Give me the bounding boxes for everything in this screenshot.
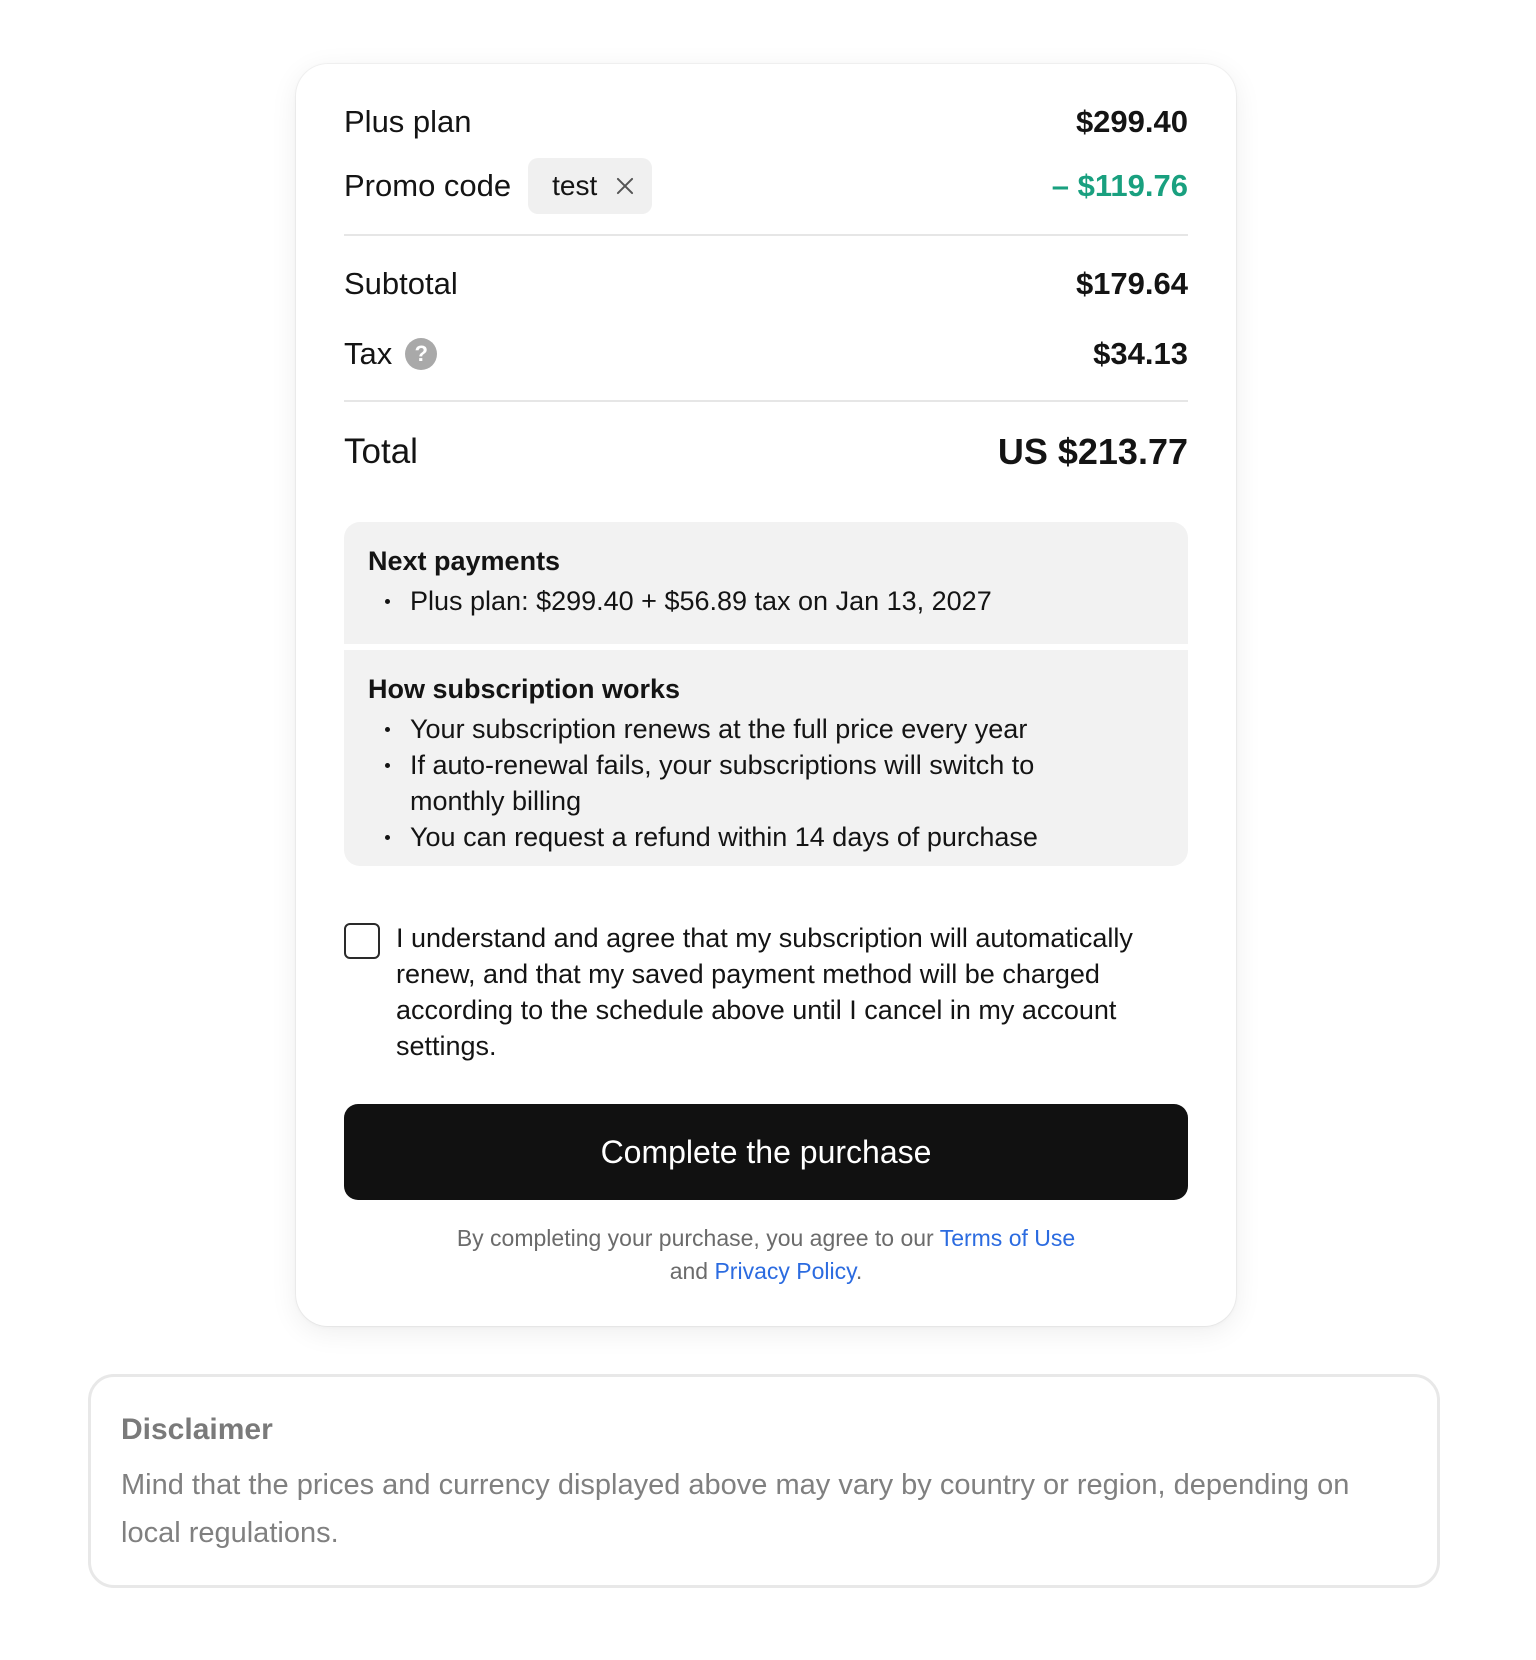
terms-of-use-link[interactable]: Terms of Use [940, 1225, 1075, 1251]
divider [344, 234, 1188, 236]
subtotal-row: Subtotal $179.64 [344, 256, 1188, 312]
checkout-card: Plus plan $299.40 Promo code test – $119… [296, 64, 1236, 1326]
list-item: Plus plan: $299.40 + $56.89 tax on Jan 1… [368, 583, 1164, 619]
tax-label-group: Tax ? [344, 336, 438, 372]
tax-value: $34.13 [1093, 336, 1188, 371]
next-payments-title: Next payments [368, 546, 561, 576]
subtotal-label: Subtotal [344, 266, 458, 301]
disclaimer-title: Disclaimer [121, 1413, 273, 1446]
plan-price: $299.40 [1075, 104, 1188, 139]
how-subscription-works-box: How subscription works Your subscription… [344, 650, 1188, 866]
next-payments-box: Next payments Plus plan: $299.40 + $56.8… [344, 522, 1188, 644]
promo-label-group: Promo code test [344, 158, 653, 214]
tax-help-icon[interactable]: ? [405, 338, 438, 370]
how-subscription-works-title: How subscription works [368, 674, 681, 704]
legal-suffix: . [855, 1258, 863, 1284]
plan-row: Plus plan $299.40 [344, 94, 1188, 150]
remove-promo-close-icon[interactable] [615, 176, 635, 196]
divider [344, 400, 1188, 402]
list-item: Your subscription renews at the full pri… [368, 711, 1164, 747]
subtotal-value: $179.64 [1075, 266, 1188, 301]
total-row: Total US $213.77 [344, 420, 1188, 484]
promo-discount: – $119.76 [1051, 168, 1188, 203]
legal-middle: and [669, 1258, 715, 1284]
privacy-policy-link[interactable]: Privacy Policy [714, 1258, 855, 1284]
promo-code-chip: test [528, 158, 653, 214]
total-value: US $213.77 [997, 431, 1188, 472]
next-payments-list: Plus plan: $299.40 + $56.89 tax on Jan 1… [368, 583, 1164, 619]
promo-row: Promo code test – $119.76 [344, 158, 1188, 214]
plan-label: Plus plan [344, 104, 472, 139]
agree-checkbox[interactable] [344, 923, 380, 959]
legal-notice: By completing your purchase, you agree t… [344, 1222, 1188, 1288]
legal-prefix: By completing your purchase, you agree t… [456, 1225, 940, 1251]
list-item: If auto-renewal fails, your subscription… [368, 747, 1110, 819]
complete-purchase-button[interactable]: Complete the purchase [344, 1104, 1188, 1200]
tax-label: Tax [344, 336, 393, 371]
tax-row: Tax ? $34.13 [344, 326, 1188, 382]
list-item: You can request a refund within 14 days … [368, 819, 1164, 855]
auto-renew-agreement: I understand and agree that my subscript… [344, 920, 1188, 1064]
promo-label: Promo code [344, 168, 512, 203]
total-label: Total [344, 432, 418, 471]
agreement-text: I understand and agree that my subscript… [396, 923, 1133, 1061]
how-subscription-works-list: Your subscription renews at the full pri… [368, 711, 1164, 855]
promo-code-value: test [552, 170, 598, 201]
disclaimer-text: Mind that the prices and currency displa… [121, 1469, 1350, 1549]
disclaimer-box: Disclaimer Mind that the prices and curr… [88, 1374, 1440, 1588]
